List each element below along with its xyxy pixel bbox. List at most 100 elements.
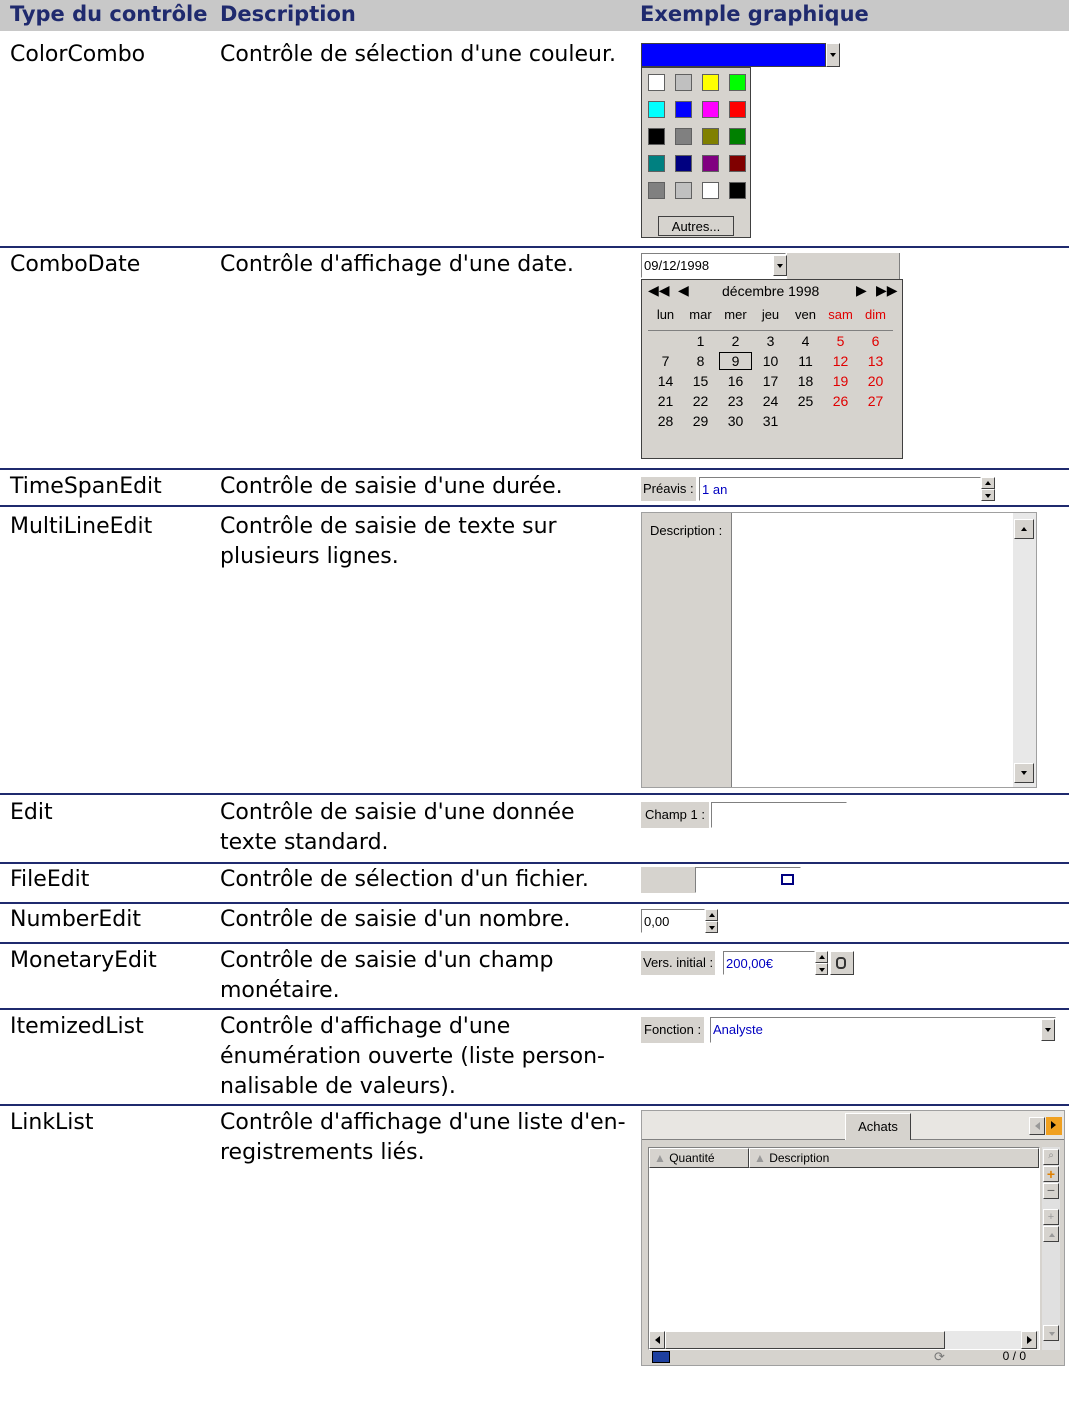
- calendar-day[interactable]: 26: [823, 391, 858, 411]
- color-swatch[interactable]: [702, 155, 719, 172]
- tab-scroll-right[interactable]: [1046, 1117, 1062, 1135]
- colorcombo-selected-color[interactable]: [641, 43, 826, 67]
- scroll-down-button[interactable]: [1014, 763, 1034, 783]
- scroll-up-button[interactable]: [1014, 519, 1034, 539]
- calendar-day[interactable]: 16: [718, 371, 753, 391]
- color-swatch[interactable]: [702, 101, 719, 118]
- color-swatch[interactable]: [702, 182, 719, 199]
- multiline-textarea[interactable]: [733, 513, 1013, 787]
- calendar-day[interactable]: 15: [683, 371, 718, 391]
- calendar-day[interactable]: 7: [648, 351, 683, 371]
- calendar-day[interactable]: 11: [788, 351, 823, 371]
- number-spin-down[interactable]: [705, 921, 718, 933]
- calendar-day[interactable]: 21: [648, 391, 683, 411]
- itemized-select[interactable]: Analyste: [710, 1017, 1056, 1043]
- column-header-description[interactable]: ▲ Description: [749, 1148, 1039, 1168]
- next-year-icon[interactable]: ▶▶: [876, 282, 898, 299]
- date-input[interactable]: 09/12/1998: [641, 253, 786, 278]
- calendar-day[interactable]: 1: [683, 331, 718, 352]
- itemized-dropdown-button[interactable]: [1041, 1019, 1055, 1041]
- monetary-spin-up[interactable]: [815, 951, 828, 963]
- calendar-day[interactable]: 22: [683, 391, 718, 411]
- calendar-day[interactable]: 6: [858, 331, 893, 352]
- calendar-day[interactable]: 10: [753, 351, 788, 371]
- timespan-spin-up[interactable]: [981, 477, 995, 489]
- date-dropdown-button[interactable]: [773, 255, 787, 276]
- colorcombo-more-button[interactable]: Autres...: [658, 216, 734, 236]
- calendar-day[interactable]: 29: [683, 411, 718, 431]
- colorcombo-dropdown-button[interactable]: [826, 43, 840, 67]
- calendar-day[interactable]: 12: [823, 351, 858, 371]
- calendar-day[interactable]: 14: [648, 371, 683, 391]
- expand-button[interactable]: +: [1043, 1209, 1059, 1225]
- calendar-day[interactable]: 20: [858, 371, 893, 391]
- calendar-day[interactable]: 24: [753, 391, 788, 411]
- color-swatch[interactable]: [675, 182, 692, 199]
- color-swatch[interactable]: [648, 74, 665, 91]
- col-description-label: Description: [769, 1151, 830, 1165]
- color-swatch[interactable]: [702, 128, 719, 145]
- color-swatch[interactable]: [675, 128, 692, 145]
- currency-button[interactable]: [830, 951, 854, 975]
- color-swatch[interactable]: [675, 101, 692, 118]
- remove-button[interactable]: −: [1043, 1183, 1059, 1199]
- vscroll-up-button[interactable]: [1043, 1226, 1059, 1242]
- monetary-input[interactable]: 200,00€: [723, 951, 815, 975]
- folder-icon[interactable]: [781, 874, 794, 885]
- color-swatch[interactable]: [648, 155, 665, 172]
- next-month-icon[interactable]: ▶: [856, 282, 867, 299]
- hscroll-left-button[interactable]: [649, 1331, 665, 1349]
- timespan-spin-down[interactable]: [981, 489, 995, 501]
- hscroll-right-button[interactable]: [1021, 1331, 1037, 1349]
- color-swatch[interactable]: [648, 128, 665, 145]
- calendar-day[interactable]: 4: [788, 331, 823, 352]
- hscroll-thumb[interactable]: [665, 1331, 945, 1349]
- linklist-hscrollbar[interactable]: [649, 1331, 1039, 1349]
- colorcombo-widget[interactable]: Autres...: [641, 43, 841, 238]
- vscroll-down-button[interactable]: [1043, 1325, 1059, 1341]
- prev-year-icon[interactable]: ◀◀: [648, 282, 670, 299]
- multiline-scrollbar[interactable]: [1013, 513, 1036, 787]
- color-swatch[interactable]: [729, 128, 746, 145]
- calendar-day[interactable]: 5: [823, 331, 858, 352]
- combodate-widget[interactable]: 09/12/1998 ◀◀ ◀ décembre 1998 ▶ ▶▶ lun ma…: [641, 253, 903, 460]
- calendar-day[interactable]: 13: [858, 351, 893, 371]
- calendar-day[interactable]: 3: [753, 331, 788, 352]
- calendar-day[interactable]: 28: [648, 411, 683, 431]
- number-input[interactable]: 0,00: [641, 909, 705, 933]
- table-icon[interactable]: [652, 1351, 670, 1363]
- number-spin-up[interactable]: [705, 909, 718, 921]
- color-swatch[interactable]: [648, 182, 665, 199]
- column-header-quantite[interactable]: ▲ Quantité: [649, 1148, 749, 1168]
- color-swatch[interactable]: [729, 155, 746, 172]
- calendar-day[interactable]: 17: [753, 371, 788, 391]
- calendar-day[interactable]: 25: [788, 391, 823, 411]
- refresh-icon[interactable]: ⟳: [934, 1349, 945, 1365]
- calendar-day[interactable]: 23: [718, 391, 753, 411]
- calendar-day[interactable]: 31: [753, 411, 788, 431]
- color-swatch[interactable]: [675, 155, 692, 172]
- timespan-input[interactable]: 1 an: [699, 477, 981, 501]
- calendar-day[interactable]: 18: [788, 371, 823, 391]
- calendar-day[interactable]: 27: [858, 391, 893, 411]
- color-swatch[interactable]: [675, 74, 692, 91]
- tab-scroll-left[interactable]: [1029, 1117, 1045, 1135]
- calendar-day[interactable]: 19: [823, 371, 858, 391]
- color-swatch[interactable]: [729, 101, 746, 118]
- color-swatch[interactable]: [729, 74, 746, 91]
- color-swatch[interactable]: [729, 182, 746, 199]
- calendar-day[interactable]: 30: [718, 411, 753, 431]
- monetary-spin-down[interactable]: [815, 963, 828, 975]
- color-swatch[interactable]: [648, 101, 665, 118]
- add-button[interactable]: +: [1043, 1166, 1059, 1182]
- calendar-day[interactable]: 2: [718, 331, 753, 352]
- scroll-right-icon: [1027, 1336, 1032, 1344]
- calendar-day[interactable]: 8: [683, 351, 718, 371]
- edit-input[interactable]: [711, 802, 847, 828]
- coins-icon: [836, 957, 846, 969]
- tab-achats[interactable]: Achats: [845, 1113, 911, 1140]
- calendar-day[interactable]: 9: [718, 351, 753, 371]
- prev-month-icon[interactable]: ◀: [678, 282, 689, 299]
- color-swatch[interactable]: [702, 74, 719, 91]
- search-button[interactable]: ⌕: [1043, 1149, 1059, 1165]
